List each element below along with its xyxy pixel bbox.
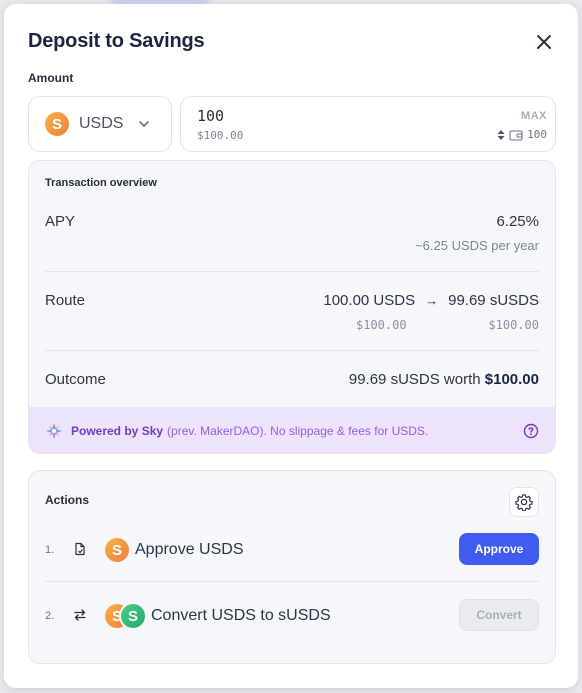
route-to: 99.69 sUSDS <box>448 292 539 309</box>
route-from: 100.00 USDS <box>323 292 416 309</box>
wallet-balance: 100 <box>497 128 547 141</box>
route-label: Route <box>45 292 86 309</box>
step-number: 1. <box>45 544 55 556</box>
actions-panel: Actions 1. S Approve USDS Approve 2. S S… <box>28 470 556 664</box>
actions-title: Actions <box>45 493 90 507</box>
sort-icon <box>497 129 505 140</box>
usds-coin-icon: S <box>105 538 129 562</box>
outcome-usd: $100.00 <box>484 371 539 388</box>
convert-step-label: Convert USDS to sUSDS <box>151 607 331 624</box>
usds-coin-icon: S <box>45 112 69 136</box>
powered-by-label: Powered by Sky <box>71 424 164 438</box>
divider <box>45 581 539 582</box>
settings-button[interactable] <box>509 487 539 517</box>
powered-by-banner: Powered by Sky (prev. MakerDAO). No slip… <box>29 407 555 453</box>
outcome-label: Outcome <box>45 371 106 388</box>
token-name: USDS <box>79 115 124 132</box>
deposit-modal: Deposit to Savings Amount S USDS $100.00… <box>4 4 578 688</box>
amount-usd-value: $100.00 <box>197 129 244 142</box>
chevron-down-icon <box>139 121 150 127</box>
max-button[interactable]: MAX <box>521 110 547 122</box>
route-from-usd: $100.00 <box>356 318 407 332</box>
swap-arrows-icon <box>74 609 86 621</box>
close-icon[interactable] <box>532 30 556 54</box>
wallet-icon <box>509 129 523 141</box>
approve-button[interactable]: Approve <box>459 533 539 565</box>
apy-value: 6.25% <box>496 213 539 230</box>
apy-label: APY <box>45 213 76 230</box>
apy-yearly-estimate: ~6.25 USDS per year <box>415 238 539 253</box>
overview-title: Transaction overview <box>45 177 157 189</box>
help-circle-icon[interactable] <box>523 423 539 439</box>
approve-step-label: Approve USDS <box>135 541 244 558</box>
wallet-balance-value: 100 <box>527 128 547 141</box>
amount-field: $100.00 MAX 100 <box>180 96 556 152</box>
gear-icon <box>515 494 533 511</box>
route-value: 100.00 USDS → 99.69 sUSDS <box>323 292 539 309</box>
token-selector[interactable]: S USDS <box>28 96 172 152</box>
route-to-usd: $100.00 <box>488 318 539 332</box>
amount-input[interactable] <box>197 107 397 125</box>
outcome-value: 99.69 sUSDS worth $100.00 <box>349 371 539 388</box>
arrow-right-icon: → <box>425 293 439 308</box>
amount-label: Amount <box>28 71 74 85</box>
divider <box>45 350 539 351</box>
convert-button: Convert <box>459 599 539 631</box>
transaction-overview: Transaction overview APY 6.25% ~6.25 USD… <box>28 160 556 454</box>
divider <box>45 271 539 272</box>
modal-title: Deposit to Savings <box>28 30 205 52</box>
susds-coin-icon: S <box>121 604 145 628</box>
powered-by-note: (prev. MakerDAO). No slippage & fees for… <box>167 424 429 438</box>
document-icon <box>75 542 85 556</box>
sky-logo-icon <box>46 423 62 439</box>
step-number: 2. <box>45 610 55 622</box>
outcome-prefix: 99.69 sUSDS worth <box>348 371 485 388</box>
